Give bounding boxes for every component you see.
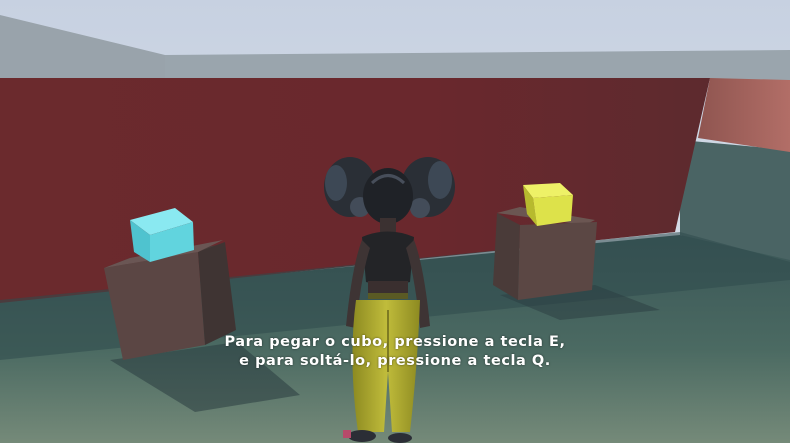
game-viewport[interactable]: Para pegar o cubo, pressione a tecla E, …: [0, 0, 790, 443]
instruction-line-1: Para pegar o cubo, pressione a tecla E,: [224, 334, 566, 350]
left-shoe: [348, 430, 376, 442]
pickup-instruction-text: Para pegar o cubo, pressione a tecla E, …: [0, 333, 790, 371]
crop-top: [362, 231, 414, 285]
far-wall-back: [165, 50, 790, 80]
instruction-line-2: e para soltá-lo, pressione a tecla Q.: [239, 353, 551, 369]
game-scene: [0, 0, 790, 443]
right-shoe: [388, 433, 412, 443]
